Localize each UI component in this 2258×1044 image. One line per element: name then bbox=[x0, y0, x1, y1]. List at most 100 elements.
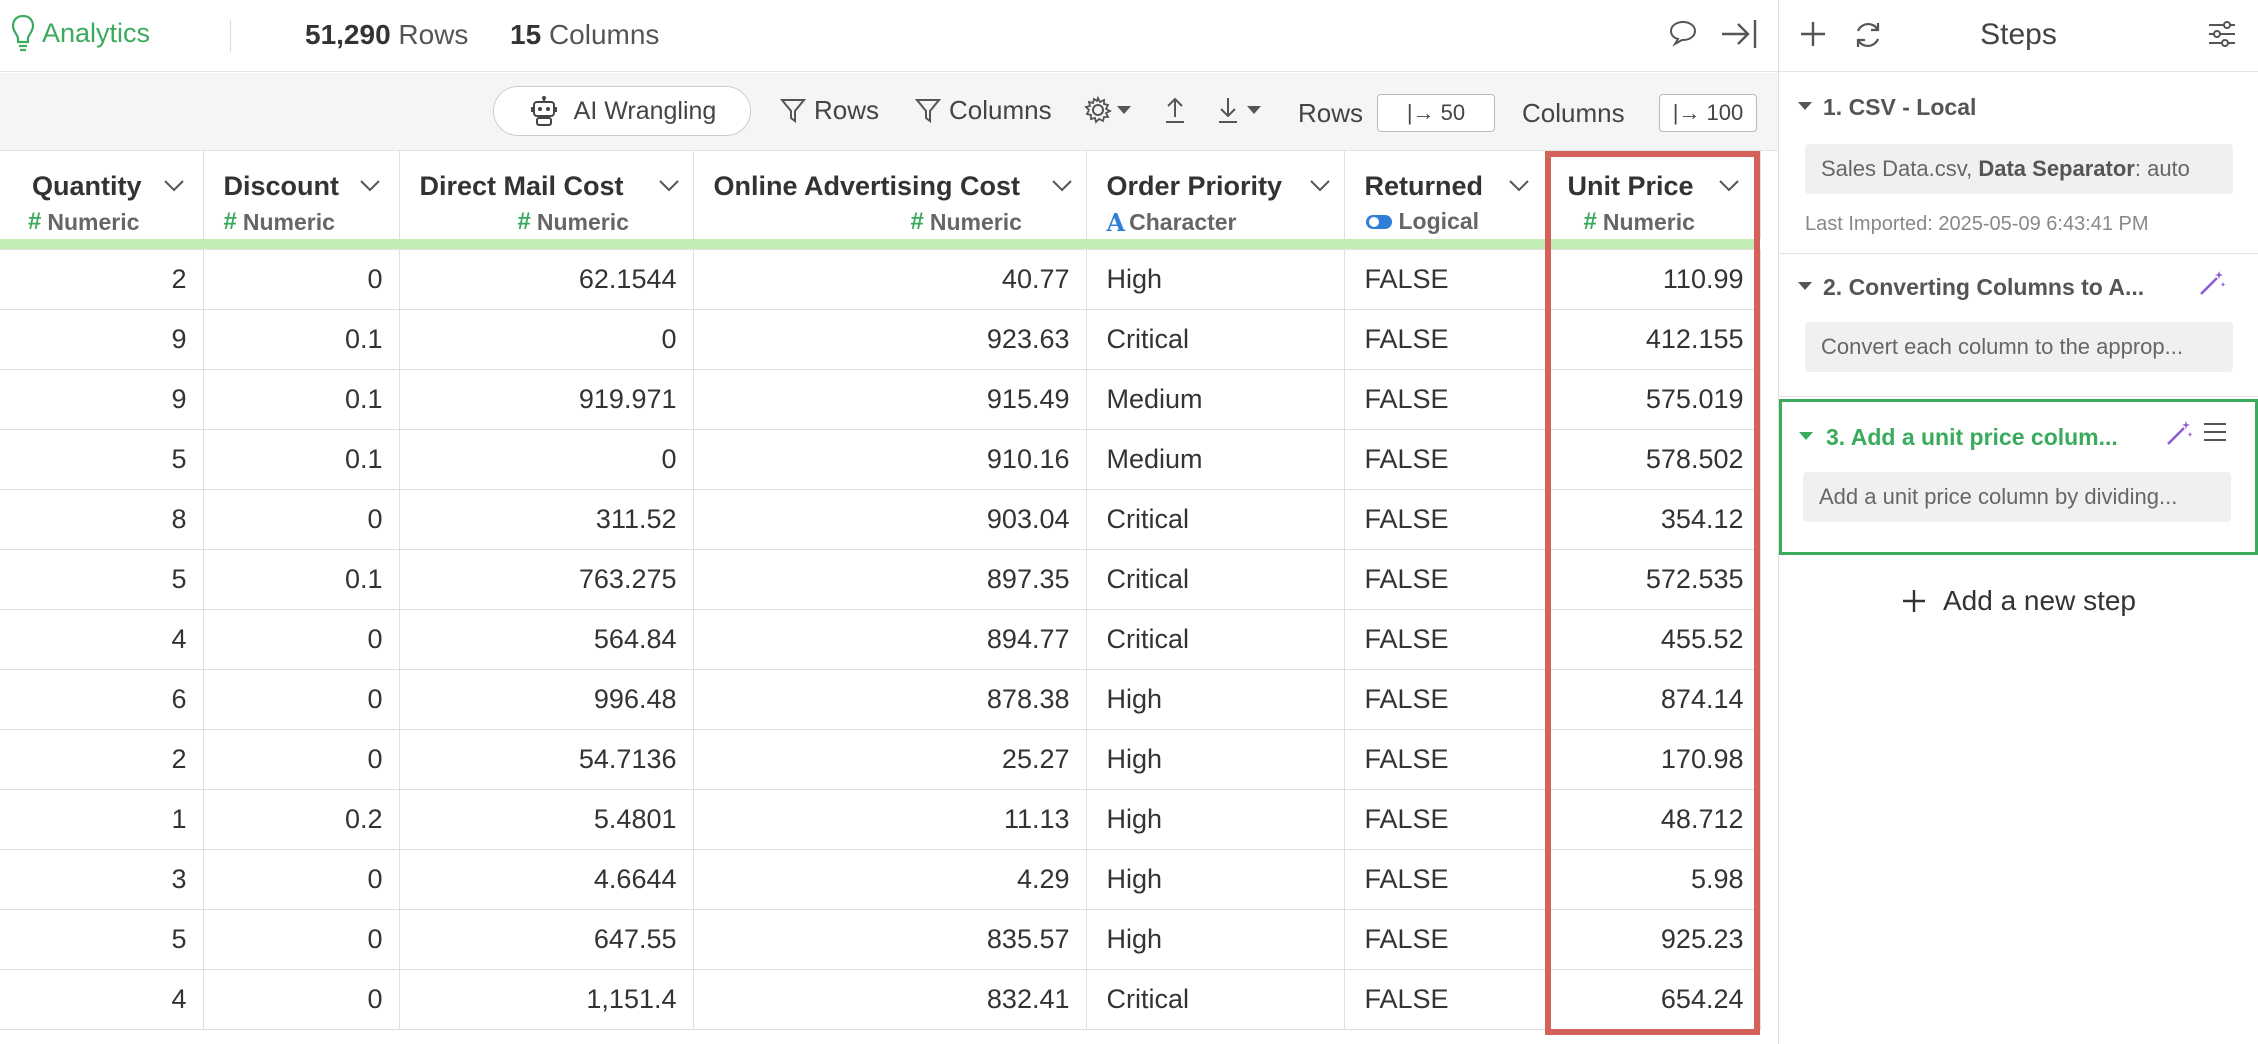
columns-limit-input[interactable]: |→ 100 bbox=[1659, 94, 1757, 132]
gear-icon[interactable] bbox=[1083, 95, 1113, 125]
add-step-button[interactable]: Add a new step bbox=[1779, 585, 2258, 617]
table-cell[interactable]: 48.712 bbox=[1545, 789, 1761, 850]
table-cell[interactable]: 0 bbox=[203, 729, 400, 790]
table-cell[interactable]: 1 bbox=[0, 789, 204, 850]
table-cell[interactable]: 874.14 bbox=[1545, 669, 1761, 730]
sliders-icon[interactable] bbox=[2207, 20, 2237, 48]
download-icon[interactable] bbox=[1215, 95, 1241, 125]
table-cell[interactable]: 170.98 bbox=[1545, 729, 1761, 790]
table-cell[interactable]: 0 bbox=[399, 429, 694, 490]
ai-wrangling-button[interactable]: AI Wrangling bbox=[493, 86, 751, 136]
caret-down-icon[interactable] bbox=[1116, 105, 1132, 115]
table-cell[interactable]: 915.49 bbox=[693, 369, 1087, 430]
table-cell[interactable]: 0 bbox=[399, 309, 694, 370]
column-header-quantity[interactable]: Quantity # Numeric bbox=[0, 151, 204, 239]
table-cell[interactable]: 578.502 bbox=[1545, 429, 1761, 490]
table-cell[interactable]: 0.1 bbox=[203, 429, 400, 490]
table-cell[interactable]: 5 bbox=[0, 429, 204, 490]
table-cell[interactable]: 572.535 bbox=[1545, 549, 1761, 610]
table-cell[interactable]: Critical bbox=[1086, 489, 1345, 550]
table-cell[interactable]: FALSE bbox=[1344, 489, 1546, 550]
table-cell[interactable]: 647.55 bbox=[399, 909, 694, 970]
table-cell[interactable]: 910.16 bbox=[693, 429, 1087, 490]
table-cell[interactable]: Critical bbox=[1086, 609, 1345, 670]
table-cell[interactable]: 2 bbox=[0, 249, 204, 310]
table-cell[interactable]: 455.52 bbox=[1545, 609, 1761, 670]
table-cell[interactable]: High bbox=[1086, 669, 1345, 730]
table-cell[interactable]: 4.29 bbox=[693, 849, 1087, 910]
table-cell[interactable]: 354.12 bbox=[1545, 489, 1761, 550]
table-cell[interactable]: 897.35 bbox=[693, 549, 1087, 610]
table-cell[interactable]: 40.77 bbox=[693, 249, 1087, 310]
table-cell[interactable]: 0.1 bbox=[203, 549, 400, 610]
table-cell[interactable]: 0 bbox=[203, 249, 400, 310]
chevron-down-icon[interactable] bbox=[359, 179, 381, 193]
table-cell[interactable]: 575.019 bbox=[1545, 369, 1761, 430]
table-cell[interactable]: FALSE bbox=[1344, 609, 1546, 670]
step-detail[interactable]: Add a unit price column by dividing... bbox=[1803, 472, 2231, 522]
table-cell[interactable]: Critical bbox=[1086, 969, 1345, 1030]
table-cell[interactable]: 5 bbox=[0, 909, 204, 970]
chevron-down-icon[interactable] bbox=[1508, 179, 1530, 193]
table-cell[interactable]: High bbox=[1086, 849, 1345, 910]
table-cell[interactable]: 0 bbox=[203, 849, 400, 910]
table-cell[interactable]: FALSE bbox=[1344, 909, 1546, 970]
table-cell[interactable]: 3 bbox=[0, 849, 204, 910]
column-header-online-advertising-cost[interactable]: Online Advertising Cost # Numeric bbox=[693, 151, 1087, 239]
table-cell[interactable]: High bbox=[1086, 789, 1345, 850]
caret-down-icon[interactable] bbox=[1797, 281, 1813, 291]
table-cell[interactable]: 4.6644 bbox=[399, 849, 694, 910]
table-cell[interactable]: 54.7136 bbox=[399, 729, 694, 790]
table-cell[interactable]: 9 bbox=[0, 369, 204, 430]
caret-down-icon[interactable] bbox=[1797, 101, 1813, 111]
table-cell[interactable]: 0 bbox=[203, 909, 400, 970]
table-cell[interactable]: 903.04 bbox=[693, 489, 1087, 550]
table-cell[interactable]: 412.155 bbox=[1545, 309, 1761, 370]
table-cell[interactable]: 25.27 bbox=[693, 729, 1087, 790]
table-cell[interactable]: 1,151.4 bbox=[399, 969, 694, 1030]
table-cell[interactable]: FALSE bbox=[1344, 729, 1546, 790]
table-cell[interactable]: FALSE bbox=[1344, 369, 1546, 430]
caret-down-icon[interactable] bbox=[1246, 105, 1262, 115]
table-cell[interactable]: 6 bbox=[0, 669, 204, 730]
table-cell[interactable]: 835.57 bbox=[693, 909, 1087, 970]
table-cell[interactable]: 923.63 bbox=[693, 309, 1087, 370]
rows-limit-input[interactable]: |→ 50 bbox=[1377, 94, 1495, 132]
step-add-unit-price[interactable]: 3. Add a unit price colum... Add a unit … bbox=[1779, 399, 2258, 555]
table-cell[interactable]: 0 bbox=[203, 669, 400, 730]
table-cell[interactable]: 4 bbox=[0, 609, 204, 670]
analytics-tab[interactable]: Analytics bbox=[12, 14, 150, 52]
table-cell[interactable]: 11.13 bbox=[693, 789, 1087, 850]
table-cell[interactable]: 5 bbox=[0, 549, 204, 610]
table-cell[interactable]: 894.77 bbox=[693, 609, 1087, 670]
table-cell[interactable]: 5.4801 bbox=[399, 789, 694, 850]
table-cell[interactable]: High bbox=[1086, 249, 1345, 310]
table-cell[interactable]: 0.2 bbox=[203, 789, 400, 850]
table-cell[interactable]: Medium bbox=[1086, 429, 1345, 490]
filter-columns-button[interactable]: Columns bbox=[915, 95, 1052, 126]
table-cell[interactable]: 0 bbox=[203, 969, 400, 1030]
table-cell[interactable]: FALSE bbox=[1344, 789, 1546, 850]
column-header-unit-price[interactable]: Unit Price # Numeric bbox=[1545, 151, 1761, 239]
table-cell[interactable]: 0.1 bbox=[203, 309, 400, 370]
table-cell[interactable]: Critical bbox=[1086, 309, 1345, 370]
table-cell[interactable]: Critical bbox=[1086, 549, 1345, 610]
table-cell[interactable]: 110.99 bbox=[1545, 249, 1761, 310]
table-cell[interactable]: 0.1 bbox=[203, 369, 400, 430]
table-cell[interactable]: 925.23 bbox=[1545, 909, 1761, 970]
chevron-down-icon[interactable] bbox=[163, 179, 185, 193]
table-cell[interactable]: Medium bbox=[1086, 369, 1345, 430]
table-cell[interactable]: 4 bbox=[0, 969, 204, 1030]
table-cell[interactable]: 8 bbox=[0, 489, 204, 550]
table-cell[interactable]: FALSE bbox=[1344, 669, 1546, 730]
column-header-returned[interactable]: Returned Logical bbox=[1344, 151, 1546, 239]
table-cell[interactable]: 2 bbox=[0, 729, 204, 790]
table-cell[interactable]: 919.971 bbox=[399, 369, 694, 430]
table-cell[interactable]: FALSE bbox=[1344, 849, 1546, 910]
chevron-down-icon[interactable] bbox=[658, 179, 680, 193]
table-cell[interactable]: FALSE bbox=[1344, 969, 1546, 1030]
table-cell[interactable]: 654.24 bbox=[1545, 969, 1761, 1030]
step-detail[interactable]: Sales Data.csv, Data Separator: auto bbox=[1805, 144, 2233, 194]
table-cell[interactable]: High bbox=[1086, 729, 1345, 790]
collapse-panel-icon[interactable] bbox=[1720, 16, 1758, 52]
